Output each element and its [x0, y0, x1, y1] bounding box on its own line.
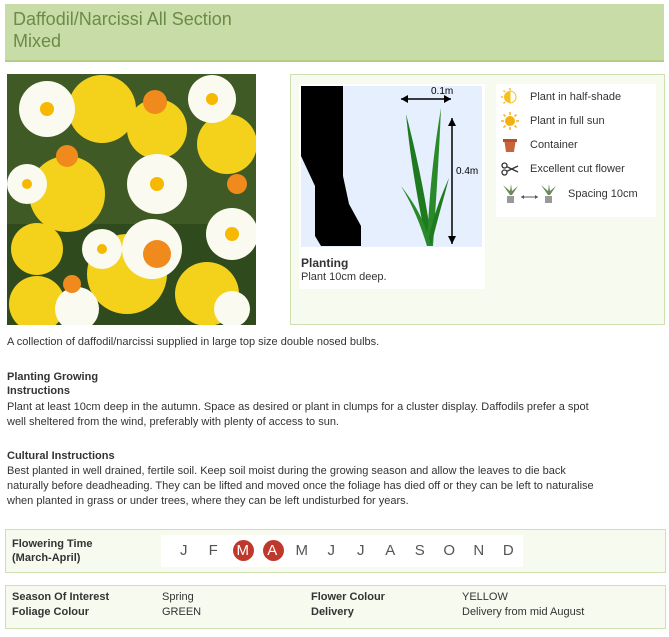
month-letter: S [414, 542, 425, 559]
full-sun-icon [500, 112, 520, 130]
month-12: D [494, 539, 524, 563]
month-6: J [317, 539, 347, 563]
legend-container-label: Container [530, 139, 578, 151]
month-letter: F [208, 542, 218, 559]
growing-heading-line1: Planting Growing [7, 371, 99, 383]
season-label: Season Of Interest [12, 591, 110, 603]
flower-colour-value: YELLOW [462, 591, 508, 603]
page-title-line2: Mixed [13, 31, 62, 51]
height-label: 0.4m [456, 166, 479, 177]
planting-diagram: 0.1m 0.4m [301, 86, 482, 247]
month-9: S [405, 539, 435, 563]
details-box: Season Of Interest Spring Flower Colour … [5, 585, 666, 629]
legend-half-shade: Plant in half-shade [500, 87, 621, 107]
month-10: O [435, 539, 465, 563]
foliage-colour-value: GREEN [162, 606, 202, 618]
legend-full-sun-label: Plant in full sun [530, 115, 605, 127]
legend-half-shade-label: Plant in half-shade [530, 91, 622, 103]
legend-full-sun: Plant in full sun [500, 111, 605, 131]
page-title-line1: Daffodil/Narcissi All Section [13, 9, 232, 29]
month-8: A [376, 539, 406, 563]
legend-cut-flower: Excellent cut flower [500, 159, 625, 179]
product-photo [7, 74, 256, 325]
info-box: 0.1m 0.4m Planting Plant 10cm deep. Plan… [290, 74, 665, 325]
flowering-time-label: Flowering Time (March-April) [12, 537, 92, 565]
month-2: F [199, 539, 229, 563]
month-letter: N [473, 542, 485, 559]
month-letter: A [267, 542, 278, 559]
month-letter: D [502, 542, 514, 559]
foliage-colour-label: Foliage Colour [12, 606, 89, 618]
cultural-text-line3: when planted in grass or under trees, wh… [7, 495, 409, 507]
growing-text-line2: well sheltered from the wind, preferably… [7, 416, 339, 428]
width-label: 0.1m [431, 86, 454, 97]
spacing-icon [500, 183, 560, 205]
delivery-label: Delivery [311, 606, 354, 618]
flowering-label-line1: Flowering Time [12, 538, 93, 550]
season-value: Spring [162, 591, 194, 603]
growing-heading-line2: Instructions [7, 385, 70, 397]
month-letter: O [443, 542, 456, 559]
title-bar: Daffodil/Narcissi All Section Mixed [5, 4, 664, 62]
month-letter: M [295, 542, 309, 559]
flower-colour-label: Flower Colour [311, 591, 385, 603]
month-letter: M [236, 542, 250, 559]
planting-card: 0.1m 0.4m Planting Plant 10cm deep. [299, 84, 485, 289]
flowering-time-box: Flowering Time (March-April) JFMAMJJASON… [5, 529, 666, 573]
scissors-icon [500, 160, 520, 178]
month-letter: A [385, 542, 396, 559]
month-strip: JFMAMJJASOND [161, 535, 523, 567]
legend-container: Container [500, 135, 578, 155]
month-4-flowering: A [258, 539, 288, 563]
month-5: M [287, 539, 317, 563]
care-legend: Plant in half-shade Plant in full sun Co… [496, 84, 656, 217]
page-title: Daffodil/Narcissi All Section Mixed [5, 4, 664, 52]
legend-spacing: Spacing 10cm [500, 184, 638, 204]
container-icon [500, 136, 520, 154]
cultural-heading: Cultural Instructions [7, 450, 115, 462]
planting-text: Plant 10cm deep. [301, 271, 387, 283]
growing-text-line1: Plant at least 10cm deep in the autumn. … [7, 401, 589, 413]
legend-spacing-label: Spacing 10cm [568, 188, 638, 200]
month-11: N [464, 539, 494, 563]
month-letter: J [327, 542, 336, 559]
cultural-text-line1: Best planted in well drained, fertile so… [7, 465, 566, 477]
flowering-label-line2: (March-April) [12, 552, 81, 564]
half-shade-icon [500, 88, 520, 106]
month-letter: J [357, 542, 365, 559]
month-1: J [169, 539, 199, 563]
month-letter: J [180, 542, 188, 559]
month-3-flowering: M [228, 539, 258, 563]
description: A collection of daffodil/narcissi suppli… [7, 336, 380, 348]
legend-cut-flower-label: Excellent cut flower [530, 163, 625, 175]
month-7: J [346, 539, 376, 563]
cultural-text-line2: naturally before deadheading. They can b… [7, 480, 594, 492]
delivery-value: Delivery from mid August [462, 606, 585, 618]
planting-title: Planting [301, 256, 349, 270]
